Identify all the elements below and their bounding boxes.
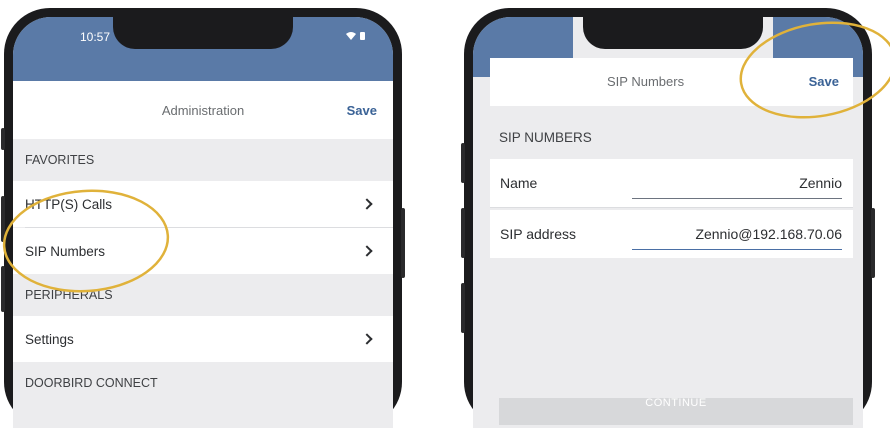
notch	[113, 17, 293, 49]
power-button	[871, 208, 875, 278]
chevron-right-icon	[361, 333, 373, 345]
chevron-right-icon	[361, 198, 373, 210]
sip-numbers-dialog: SIP Numbers Save SIP NUMBERS Name SIP ad…	[490, 58, 853, 398]
name-label: Name	[500, 175, 538, 191]
section-header-favorites: FAVORITES	[13, 139, 393, 181]
left-phone-frame: 10:57 Administration Save FAVORITES HTTP…	[1, 8, 405, 428]
wifi-icon	[346, 32, 365, 40]
volume-down-button	[461, 283, 465, 333]
battery-icon	[360, 32, 365, 40]
status-time: 10:57	[80, 30, 111, 44]
name-field[interactable]	[632, 167, 842, 199]
sip-address-label: SIP address	[500, 226, 577, 242]
save-button[interactable]: Save	[809, 74, 839, 89]
right-screen: CONTINUE SIP Numbers Save SIP NUMBERS Na…	[473, 17, 863, 428]
row-label: SIP Numbers	[25, 243, 106, 259]
chevron-right-icon	[361, 245, 373, 257]
right-phone-frame: CONTINUE SIP Numbers Save SIP NUMBERS Na…	[461, 8, 875, 428]
row-divider	[490, 207, 853, 208]
sip-address-row: SIP address	[490, 210, 853, 258]
sip-numbers-row[interactable]: SIP Numbers	[13, 228, 393, 274]
name-row: Name	[490, 159, 853, 207]
volume-up-button	[461, 208, 465, 258]
sip-address-field[interactable]	[632, 218, 842, 250]
status-bar: 10:57	[13, 17, 393, 81]
row-label: HTTP(S) Calls	[25, 196, 112, 212]
dialog-title: SIP Numbers	[607, 74, 685, 89]
side-button	[461, 143, 465, 183]
http-calls-row[interactable]: HTTP(S) Calls	[13, 181, 393, 227]
section-header-peripherals: PERIPHERALS	[13, 274, 393, 316]
side-button	[1, 128, 5, 150]
section-header-sip-numbers: SIP NUMBERS	[499, 130, 592, 145]
volume-down-button	[1, 266, 5, 312]
page-title: Administration	[161, 102, 245, 118]
row-label: Settings	[25, 331, 74, 347]
status-icons	[345, 31, 369, 44]
volume-up-button	[1, 196, 5, 242]
section-header-doorbird: DOORBIRD CONNECT	[13, 362, 393, 404]
nav-bar: Administration Save	[13, 81, 393, 139]
left-screen: 10:57 Administration Save FAVORITES HTTP…	[13, 17, 393, 428]
power-button	[401, 208, 405, 278]
notch	[583, 17, 763, 49]
settings-row[interactable]: Settings	[13, 316, 393, 362]
save-button[interactable]: Save	[347, 103, 377, 118]
dialog-nav-bar: SIP Numbers Save	[490, 58, 853, 106]
